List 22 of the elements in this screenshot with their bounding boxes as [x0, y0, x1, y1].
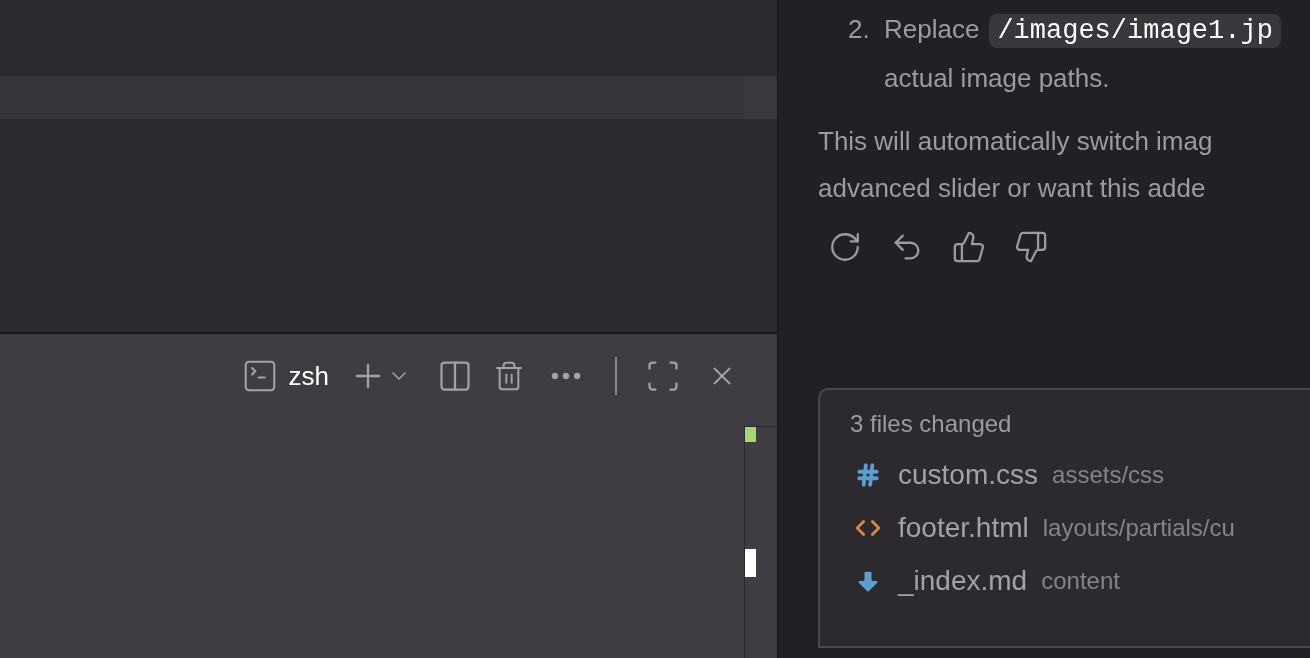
list-text: actual image paths. [884, 63, 1110, 93]
retry-icon[interactable] [828, 230, 862, 264]
maximize-icon[interactable] [645, 358, 681, 394]
inline-code: /images/image1.jp [989, 14, 1281, 48]
trash-icon[interactable] [493, 360, 525, 392]
thumbs-up-icon[interactable] [952, 230, 986, 264]
card-title: 3 files changed [850, 410, 1013, 438]
list-number: 2. [848, 13, 871, 46]
file-name[interactable]: custom.css [898, 458, 1039, 491]
terminal-tab[interactable]: zsh [240, 357, 329, 395]
file-path: assets/css [1052, 460, 1165, 489]
change-marker [745, 427, 756, 442]
split-icon[interactable] [437, 358, 473, 394]
file-path: layouts/partials/cu [1042, 513, 1235, 542]
file-name[interactable]: footer.html [898, 511, 1029, 544]
file-path: content [1041, 566, 1120, 595]
cursor-marker [745, 549, 756, 577]
file-name[interactable]: _index.md [898, 564, 1028, 597]
paragraph: This will automatically switch imag advanced slider or want this adde [818, 125, 1214, 205]
thumbs-down-icon[interactable] [1014, 230, 1048, 264]
hash-icon [855, 461, 881, 488]
list-text: Replace [884, 14, 980, 44]
